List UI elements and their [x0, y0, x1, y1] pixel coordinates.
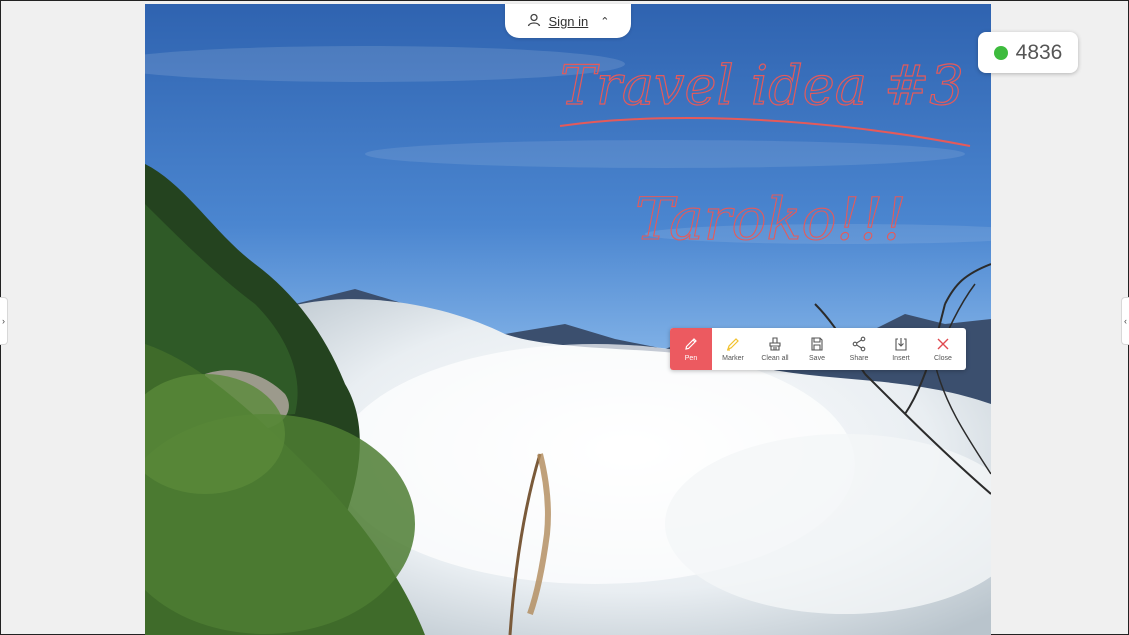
insert-button[interactable]: Insert: [880, 328, 922, 370]
close-label: Close: [934, 355, 952, 362]
user-icon: [527, 13, 541, 30]
marker-button[interactable]: Marker: [712, 328, 754, 370]
right-panel-toggle[interactable]: ‹: [1121, 297, 1129, 345]
close-icon: [937, 338, 949, 350]
save-icon: [811, 337, 823, 351]
sign-in-link[interactable]: Sign in: [549, 14, 589, 29]
annotation-line-2: Taroko!!!: [635, 185, 906, 253]
chevron-up-icon[interactable]: ⌃: [600, 15, 609, 28]
marker-label: Marker: [722, 355, 744, 362]
save-label: Save: [809, 355, 825, 362]
insert-icon: [895, 338, 907, 351]
left-panel-toggle[interactable]: ›: [0, 297, 8, 345]
background-photo: Travel idea #3 Taroko!!!: [145, 4, 991, 635]
clean-all-button[interactable]: Clean all: [754, 328, 796, 370]
status-dot: [993, 45, 1008, 60]
participant-counter: 4836: [978, 32, 1078, 73]
save-button[interactable]: Save: [796, 328, 838, 370]
share-button[interactable]: Share: [838, 328, 880, 370]
pen-label: Pen: [684, 355, 698, 362]
close-button[interactable]: Close: [922, 328, 964, 370]
pen-button[interactable]: Pen: [670, 328, 712, 370]
annotation-line-1: Travel idea #3: [560, 54, 964, 117]
sign-in-tab[interactable]: Sign in ⌃: [505, 4, 631, 38]
share-label: Share: [849, 355, 869, 362]
counter-value: 4836: [1015, 40, 1063, 64]
pen-icon: [685, 338, 697, 350]
chevron-left-icon: ‹: [1124, 316, 1127, 326]
clean-all-label: Clean all: [761, 355, 789, 362]
chevron-right-icon: ›: [2, 316, 5, 326]
clean-all-icon: [769, 337, 781, 351]
marker-icon: [727, 338, 739, 351]
share-icon: [852, 336, 866, 352]
insert-label: Insert: [892, 355, 910, 362]
annotation-toolbar: Pen Marker Clean all Save Share Insert C…: [670, 328, 966, 370]
